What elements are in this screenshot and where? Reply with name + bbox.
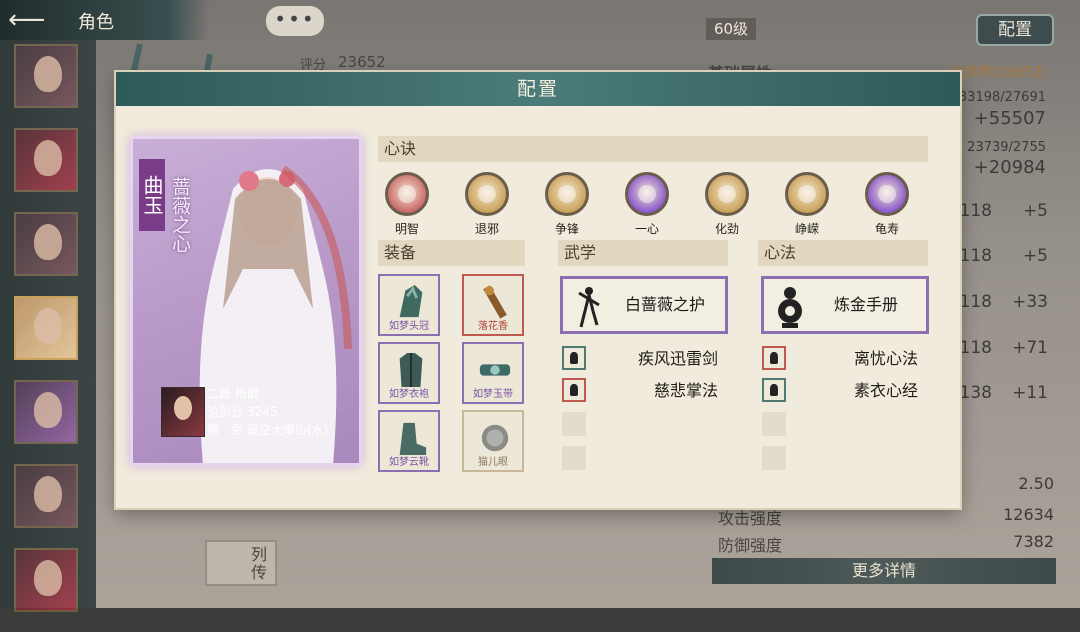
xinfa-main-skill[interactable]: 炼金手册: [761, 276, 929, 334]
owner-score: 论剑分 3245: [207, 405, 278, 419]
wuxue-sub-label: 疾风迅雷剑: [637, 349, 718, 368]
xinjue-emblem-icon: [785, 172, 829, 216]
character-card[interactable]: 曲玉 蔷薇之心 二郎 杨戬 论剑分 3245 帮 会 星空大南山(水): [130, 136, 362, 466]
xinjue-item[interactable]: 峥嵘: [782, 172, 832, 237]
equipment-label: 如梦衣袍: [389, 389, 429, 400]
xinjue-item[interactable]: 退邪: [462, 172, 512, 237]
equipment-item-icon: [483, 285, 507, 319]
xinjue-item[interactable]: 明智: [382, 172, 432, 237]
empty-skill-slot[interactable]: [762, 412, 786, 436]
card-owner-info: 二郎 杨戬 论剑分 3245 帮 会 星空大南山(水): [133, 383, 359, 463]
xinjue-label: 退邪: [474, 222, 499, 236]
xinjue-label: 峥嵘: [794, 222, 819, 236]
equipment-item-icon: [481, 424, 509, 452]
equipment-slot[interactable]: 如梦云靴: [378, 410, 440, 472]
alchemy-book-icon: [778, 287, 802, 328]
skill-figure-icon: [762, 378, 786, 402]
card-tag: 曲玉: [139, 159, 165, 231]
config-modal: 配置 曲玉 蔷薇之心 二郎 杨戬 论剑分 3245 帮 会 星空大南山(水) 心…: [116, 72, 960, 508]
wuxue-sub-skill[interactable]: 慈悲掌法: [562, 378, 718, 404]
equipment-label: 猫儿眼: [478, 457, 508, 468]
xinjue-label: 争锋: [554, 222, 579, 236]
xinfa-sub-skill[interactable]: 离忧心法: [762, 346, 918, 372]
xinfa-sub-label: 离忧心法: [853, 349, 918, 368]
equipment-item-icon: [479, 364, 511, 376]
equipment-slot[interactable]: 落花香: [462, 274, 524, 336]
section-wuxue: 武学: [558, 240, 728, 266]
empty-skill-slot[interactable]: [562, 446, 586, 470]
equipment-label: 落花香: [478, 321, 508, 332]
skill-figure-icon: [562, 346, 586, 370]
xinjue-item[interactable]: 一心: [622, 172, 672, 237]
equipment-label: 如梦玉带: [473, 389, 513, 400]
empty-skill-slot[interactable]: [762, 446, 786, 470]
xinjue-label: 化劲: [714, 222, 739, 236]
empty-skill-slot[interactable]: [562, 412, 586, 436]
xinfa-sub-label: 素衣心经: [853, 381, 918, 400]
xinjue-emblem-icon: [705, 172, 749, 216]
section-xinjue: 心诀: [378, 136, 928, 162]
skill-figure-icon: [762, 346, 786, 370]
wuxue-main-label: 白蔷薇之护: [624, 295, 705, 314]
xinjue-emblem-icon: [465, 172, 509, 216]
xinjue-emblem-icon: [385, 172, 429, 216]
xinjue-item[interactable]: 龟寿: [862, 172, 912, 237]
equipment-item-icon: [399, 353, 423, 387]
section-equipment: 装备: [378, 240, 525, 266]
xinjue-emblem-icon: [865, 172, 909, 216]
xinjue-label: 一心: [634, 222, 659, 236]
owner-name: 二郎 杨戬: [207, 387, 259, 401]
equipment-slot[interactable]: 如梦玉带: [462, 342, 524, 404]
equipment-label: 如梦云靴: [389, 457, 429, 468]
xinfa-sub-skill[interactable]: 素衣心经: [762, 378, 918, 404]
equipment-slot[interactable]: 如梦头冠: [378, 274, 440, 336]
modal-title: 配置: [116, 72, 960, 106]
xinjue-item[interactable]: 化劲: [702, 172, 752, 237]
wuxue-sub-label: 慈悲掌法: [653, 381, 718, 400]
martial-figure-icon: [578, 287, 600, 328]
equipment-slot[interactable]: 如梦衣袍: [378, 342, 440, 404]
xinjue-emblem-icon: [625, 172, 669, 216]
owner-avatar: [161, 387, 205, 437]
xinfa-main-label: 炼金手册: [833, 295, 898, 314]
skill-figure-icon: [562, 378, 586, 402]
xinjue-label: 明智: [394, 222, 419, 236]
wuxue-sub-skill[interactable]: 疾风迅雷剑: [562, 346, 718, 372]
card-name: 蔷薇之心: [169, 177, 191, 253]
xinjue-label: 龟寿: [874, 222, 899, 236]
xinjue-item[interactable]: 争锋: [542, 172, 592, 237]
equipment-item-icon: [399, 285, 423, 318]
equipment-label: 如梦头冠: [389, 321, 429, 332]
equipment-item-icon: [399, 422, 427, 455]
xinjue-emblem-icon: [545, 172, 589, 216]
equipment-slot[interactable]: 猫儿眼: [462, 410, 524, 472]
wuxue-main-skill[interactable]: 白蔷薇之护: [560, 276, 728, 334]
owner-guild: 帮 会 星空大南山(水): [207, 423, 329, 437]
section-xinfa: 心法: [758, 240, 928, 266]
